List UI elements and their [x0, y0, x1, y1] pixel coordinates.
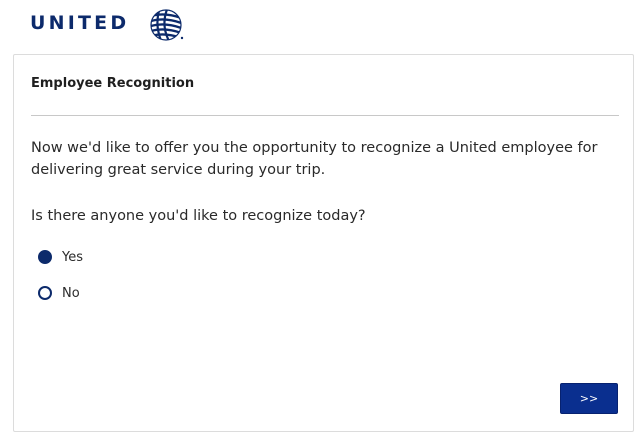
option-no[interactable]: No [38, 283, 80, 303]
united-logo-text: UNITED [30, 12, 130, 34]
employee-recognition-card: Employee Recognition Now we'd like to of… [13, 54, 634, 432]
divider [31, 115, 619, 116]
next-button[interactable]: >> [560, 383, 618, 414]
option-yes[interactable]: Yes [38, 247, 83, 267]
header: UNITED [0, 0, 640, 46]
option-no-label: No [62, 285, 80, 301]
option-yes-label: Yes [62, 249, 83, 265]
radio-yes[interactable] [38, 250, 52, 264]
united-globe-icon [150, 9, 184, 41]
intro-text: Now we'd like to offer you the opportuni… [31, 140, 598, 178]
radio-no[interactable] [38, 286, 52, 300]
question-text: Is there anyone you'd like to recognize … [31, 208, 366, 224]
card-title: Employee Recognition [31, 76, 195, 91]
